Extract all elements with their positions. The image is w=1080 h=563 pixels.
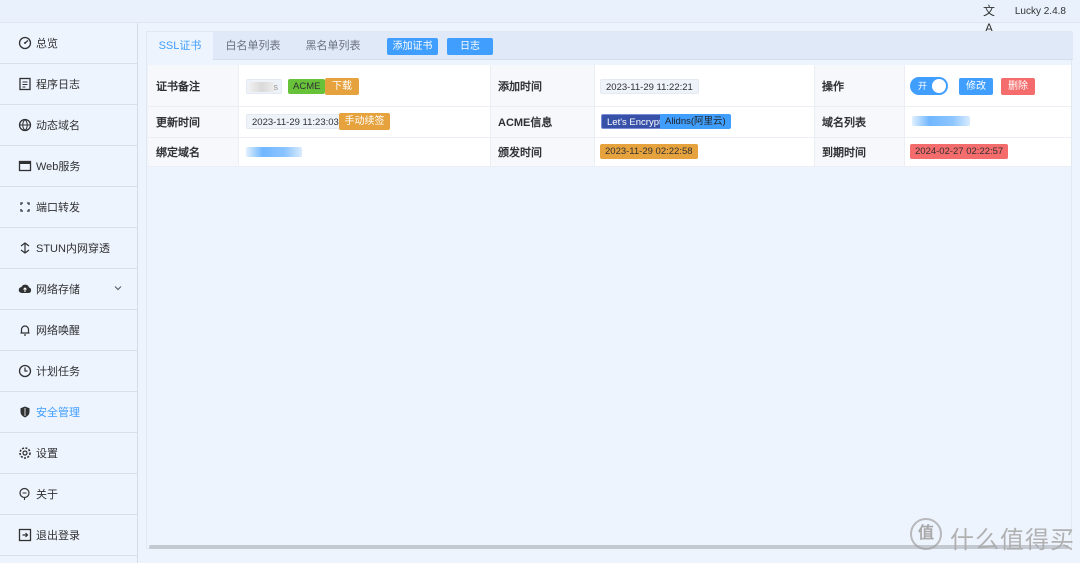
update-time-label: 更新时间	[156, 117, 200, 129]
app-version: Lucky 2.4.8	[1014, 6, 1066, 17]
bound-domain-label: 绑定域名	[156, 147, 200, 159]
sidebar-item-scheduled-tasks[interactable]: 计划任务	[0, 351, 137, 392]
sidebar-item-web-service[interactable]: Web服务	[0, 146, 137, 187]
sidebar-item-label: 安全管理	[36, 407, 80, 419]
issue-time-label: 颁发时间	[498, 147, 542, 159]
remark-label: 证书备注	[156, 81, 200, 93]
web-icon	[18, 159, 32, 173]
sidebar-item-network-storage[interactable]: 网络存储	[0, 269, 137, 310]
sidebar-item-label: 总览	[36, 38, 58, 50]
sidebar-item-stun[interactable]: STUN内网穿透	[0, 228, 137, 269]
watermark-text: 什么值得买	[950, 527, 1075, 554]
port-forward-icon	[18, 200, 32, 214]
add-time-label: 添加时间	[498, 81, 542, 93]
acme-tag: ACME	[288, 79, 326, 94]
clock-icon	[18, 364, 32, 378]
sidebar-item-wake-on-lan[interactable]: 网络唤醒	[0, 310, 137, 351]
download-button[interactable]: 下载	[325, 78, 359, 95]
sidebar-item-label: 计划任务	[36, 366, 80, 378]
log-button[interactable]: 日志	[447, 38, 493, 55]
sidebar: 总览 程序日志 动态域名 Web服务 端口转发 STUN内网穿透 网络存储 网络…	[0, 23, 138, 563]
redacted-bound-domain	[246, 147, 302, 157]
sidebar-item-program-log[interactable]: 程序日志	[0, 64, 137, 105]
column-divider	[594, 65, 595, 167]
sidebar-item-ddns[interactable]: 动态域名	[0, 105, 137, 146]
column-divider	[238, 65, 239, 167]
sidebar-item-label: 网络存储	[36, 284, 80, 296]
delete-button[interactable]: 删除	[1001, 78, 1035, 95]
operation-label: 操作	[822, 81, 844, 93]
about-icon	[18, 487, 32, 501]
cloud-storage-icon	[18, 282, 32, 296]
sidebar-item-label: 网络唤醒	[36, 325, 80, 337]
sidebar-item-label: 动态域名	[36, 120, 80, 132]
sidebar-item-overview[interactable]: 总览	[0, 23, 137, 64]
sidebar-item-label: 程序日志	[36, 79, 80, 91]
acme-dns-tag: Alidns(阿里云)	[660, 114, 731, 129]
add-certificate-button[interactable]: 添加证书	[387, 38, 438, 55]
sidebar-item-label: 端口转发	[36, 202, 80, 214]
tab-whitelist[interactable]: 白名单列表	[217, 32, 289, 60]
shield-icon	[18, 405, 32, 419]
manual-renew-button[interactable]: 手动续签	[339, 113, 390, 130]
watermark-logo: 值	[910, 518, 942, 550]
main-panel: SSL证书 白名单列表 黑名单列表 添加证书 日志 证书备注 s ACME 下载…	[146, 31, 1073, 549]
bell-icon	[18, 323, 32, 337]
tab-blacklist[interactable]: 黑名单列表	[297, 32, 369, 60]
row-divider	[148, 166, 1071, 167]
row-divider	[148, 106, 1071, 107]
ddns-icon	[18, 118, 32, 132]
sidebar-item-about[interactable]: 关于	[0, 474, 137, 515]
redacted-remark	[249, 82, 275, 92]
issue-time-value: 2023-11-29 02:22:58	[600, 144, 698, 159]
top-bar: 文A Lucky 2.4.8	[0, 0, 1080, 35]
remark-value-tag: s	[246, 79, 282, 94]
tab-bar: SSL证书 白名单列表 黑名单列表 添加证书 日志	[147, 32, 1073, 60]
sidebar-item-security[interactable]: 安全管理	[0, 392, 137, 433]
log-icon	[18, 77, 32, 91]
row-divider	[148, 137, 1071, 138]
switch-label: 开	[918, 81, 928, 91]
update-time-value: 2023-11-29 11:23:03	[246, 114, 345, 129]
sidebar-item-port-forward[interactable]: 端口转发	[0, 187, 137, 228]
redacted-domain-list	[912, 116, 970, 126]
acme-info-label: ACME信息	[498, 117, 553, 129]
remark-suffix: s	[273, 82, 279, 92]
stun-icon	[18, 241, 32, 255]
sidebar-item-label: 关于	[36, 489, 58, 501]
edit-button[interactable]: 修改	[959, 78, 993, 95]
column-divider	[904, 65, 905, 167]
certificate-table: 证书备注 s ACME 下载 添加时间 2023-11-29 11:22:21 …	[148, 65, 1071, 167]
domain-list-label: 域名列表	[822, 117, 866, 129]
expire-time-value: 2024-02-27 02:22:57	[910, 144, 1009, 159]
chevron-down-icon[interactable]	[113, 283, 123, 293]
sidebar-item-label: STUN内网穿透	[36, 243, 110, 255]
sidebar-item-logout[interactable]: 退出登录	[0, 515, 137, 556]
enable-switch[interactable]: 开	[910, 77, 948, 95]
watermark: 值 什么值得买	[910, 518, 1076, 556]
sidebar-item-label: 设置	[36, 448, 58, 460]
translate-icon[interactable]: 文A	[980, 3, 998, 35]
logout-icon	[18, 528, 32, 542]
dashboard-icon	[18, 36, 32, 50]
switch-knob	[932, 79, 946, 93]
sidebar-item-settings[interactable]: 设置	[0, 433, 137, 474]
sidebar-item-label: Web服务	[36, 161, 81, 173]
expire-time-label: 到期时间	[822, 147, 866, 159]
tab-ssl-certificates[interactable]: SSL证书	[147, 32, 213, 60]
sidebar-item-label: 退出登录	[36, 530, 80, 542]
add-time-value: 2023-11-29 11:22:21	[600, 79, 699, 94]
gear-icon	[18, 446, 32, 460]
acme-provider-tag: Let's Encrypt	[601, 114, 668, 129]
